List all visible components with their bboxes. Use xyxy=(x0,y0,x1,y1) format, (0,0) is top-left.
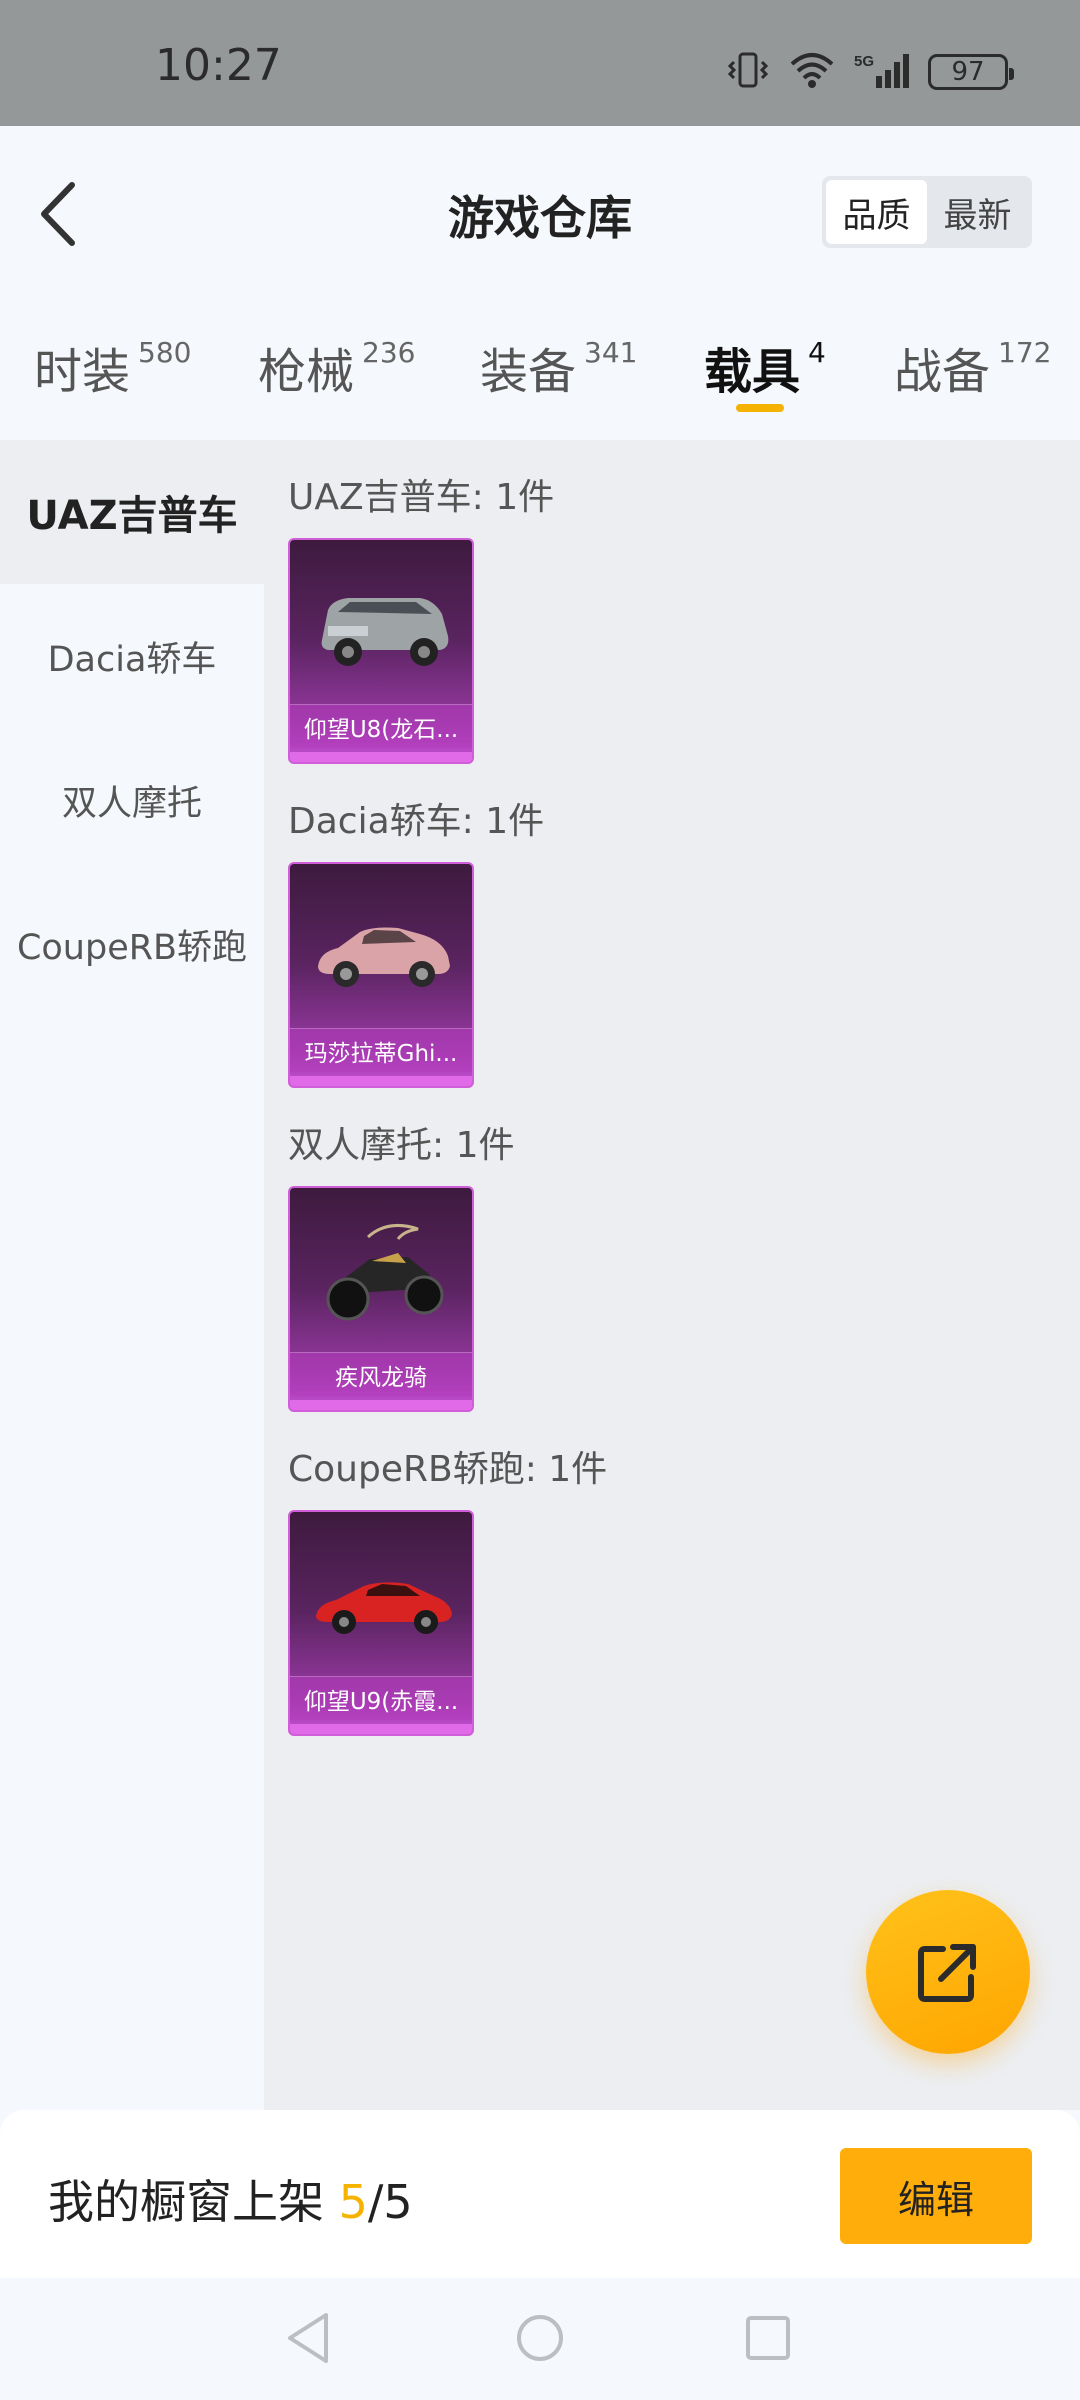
sidebar-item-coupe[interactable]: CoupeRB轿跑 xyxy=(0,872,264,1016)
item-name: 疾风龙骑 xyxy=(290,1352,472,1396)
tab-label: 战备 xyxy=(894,344,991,400)
status-time: 10:27 xyxy=(155,40,282,91)
item-name: 玛莎拉蒂Ghi... xyxy=(290,1028,472,1072)
group-title: CoupeRB轿跑: 1件 xyxy=(288,1449,608,1490)
sort-option-quality[interactable]: 品质 xyxy=(826,180,927,244)
showcase-total: 5 xyxy=(383,2175,413,2229)
wifi-icon xyxy=(788,50,836,94)
tab-count: 236 xyxy=(362,336,416,369)
group-title: Dacia轿车: 1件 xyxy=(288,801,545,842)
showcase-separator: / xyxy=(367,2175,384,2229)
circle-home-icon xyxy=(517,2315,563,2361)
item-card[interactable]: 仰望U8(龙石... xyxy=(288,538,474,764)
tab-supplies[interactable]: 战备 172 xyxy=(894,332,1051,402)
battery-icon: 97 xyxy=(928,54,1014,90)
group-title: 双人摩托: 1件 xyxy=(288,1125,515,1166)
tab-count: 4 xyxy=(808,336,826,369)
item-name: 仰望U8(龙石... xyxy=(290,704,472,748)
tab-label: 时装 xyxy=(34,344,131,400)
battery-level: 97 xyxy=(951,57,985,87)
showcase-bar: 我的橱窗上架 5/5 编辑 xyxy=(0,2110,1080,2278)
tab-count: 172 xyxy=(998,336,1052,369)
vibrate-icon xyxy=(726,50,770,94)
share-icon xyxy=(918,1944,976,2002)
sort-toggle: 品质 最新 xyxy=(822,176,1032,248)
tab-label: 载具 xyxy=(704,344,801,400)
showcase-label: 我的橱窗上架 xyxy=(48,2175,339,2229)
tab-fashion[interactable]: 时装 580 xyxy=(34,332,191,402)
signal-icon: 5G xyxy=(854,50,910,94)
tab-vehicles[interactable]: 载具 4 xyxy=(704,332,826,402)
item-card[interactable]: 仰望U9(赤霞... xyxy=(288,1510,474,1736)
edit-button[interactable]: 编辑 xyxy=(840,2148,1032,2244)
header: 游戏仓库 品质 最新 xyxy=(0,126,1080,296)
tab-label: 装备 xyxy=(480,344,577,400)
share-button[interactable] xyxy=(866,1890,1030,2054)
sedan-car-icon xyxy=(290,874,472,1024)
item-card[interactable]: 疾风龙骑 xyxy=(288,1186,474,1412)
tab-equipment[interactable]: 装备 341 xyxy=(480,332,637,402)
active-tab-indicator xyxy=(736,404,784,412)
system-nav-bar xyxy=(0,2278,1080,2400)
nav-home-button[interactable] xyxy=(510,2308,570,2368)
status-icons: 5G 97 xyxy=(726,50,1014,94)
nav-recents-button[interactable] xyxy=(738,2308,798,2368)
sidebar-item-uaz[interactable]: UAZ吉普车 xyxy=(0,440,264,584)
square-recents-icon xyxy=(746,2316,790,2360)
tab-count: 580 xyxy=(138,336,192,369)
showcase-current: 5 xyxy=(338,2175,368,2229)
sidebar: UAZ吉普车 Dacia轿车 双人摩托 CoupeRB轿跑 xyxy=(0,440,264,2110)
rarity-bar xyxy=(290,752,472,762)
triangle-back-icon xyxy=(288,2313,328,2363)
suv-car-icon xyxy=(290,550,472,700)
sidebar-item-dacia[interactable]: Dacia轿车 xyxy=(0,584,264,728)
rarity-bar xyxy=(290,1400,472,1410)
nav-back-button[interactable] xyxy=(278,2308,338,2368)
sports-car-icon xyxy=(290,1522,472,1672)
tab-guns[interactable]: 枪械 236 xyxy=(258,332,415,402)
group-title: UAZ吉普车: 1件 xyxy=(288,477,555,518)
category-tabs: 时装 580 枪械 236 装备 341 载具 4 战备 172 xyxy=(0,296,1080,440)
rarity-bar xyxy=(290,1724,472,1734)
item-name: 仰望U9(赤霞... xyxy=(290,1676,472,1720)
motorcycle-icon xyxy=(290,1198,472,1348)
item-card[interactable]: 玛莎拉蒂Ghi... xyxy=(288,862,474,1088)
svg-text:5G: 5G xyxy=(854,53,874,70)
tab-label: 枪械 xyxy=(258,344,355,400)
sidebar-item-motorcycle[interactable]: 双人摩托 xyxy=(0,728,264,872)
rarity-bar xyxy=(290,1076,472,1086)
vehicle-list: UAZ吉普车: 1件 仰望U8(龙石... Dacia轿车: 1件 玛莎拉蒂Gh… xyxy=(264,440,1080,2110)
tab-count: 341 xyxy=(584,336,638,369)
showcase-count: 我的橱窗上架 5/5 xyxy=(48,2166,413,2232)
sort-option-newest[interactable]: 最新 xyxy=(927,180,1028,244)
status-bar: 10:27 5G 97 xyxy=(0,0,1080,126)
